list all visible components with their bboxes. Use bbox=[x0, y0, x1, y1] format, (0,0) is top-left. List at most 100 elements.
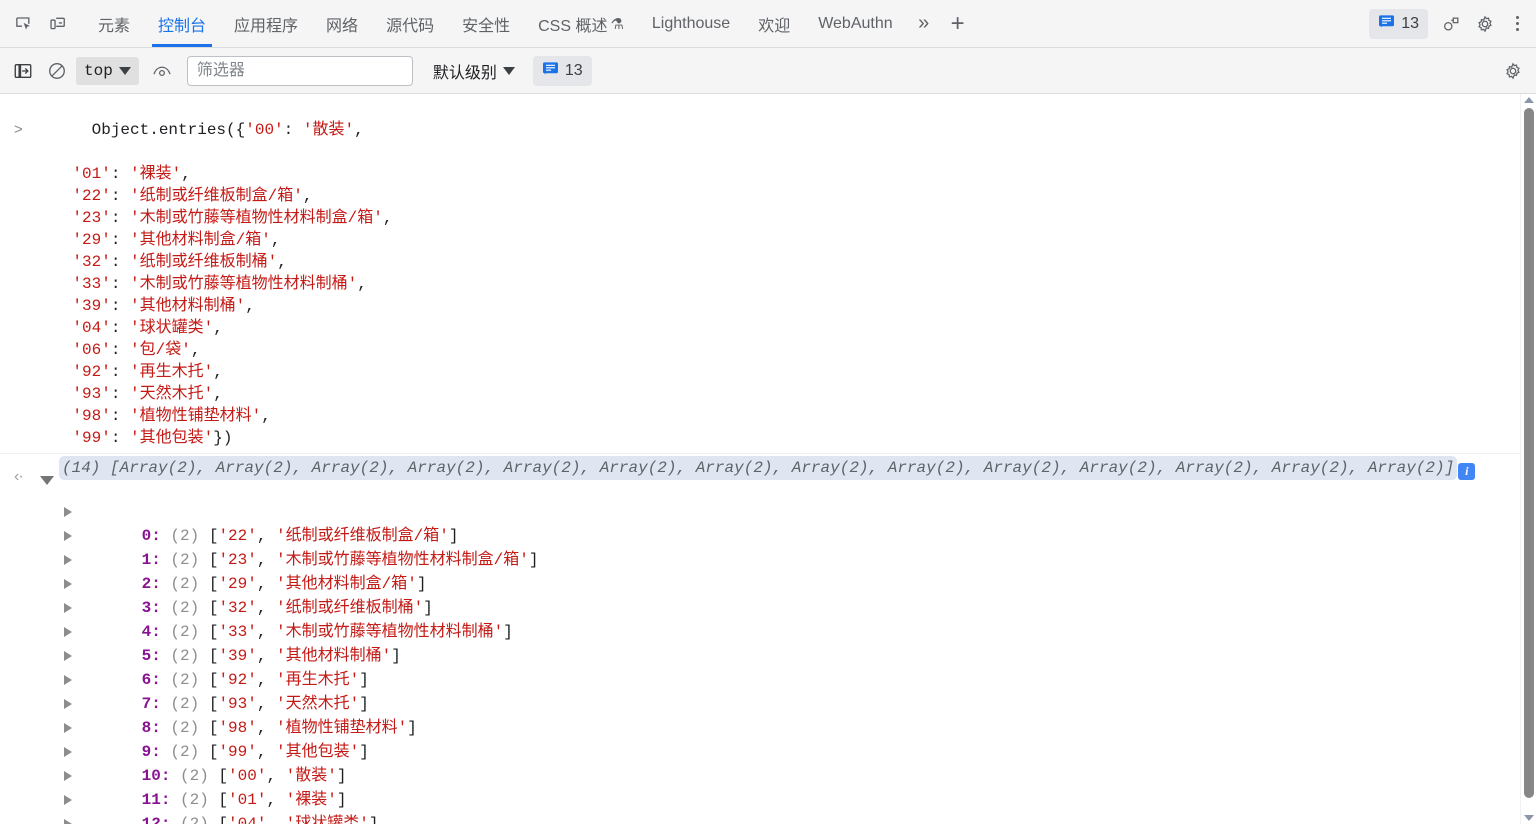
scrollbar-thumb[interactable] bbox=[1524, 108, 1534, 798]
expand-entry-triangle-icon[interactable] bbox=[64, 747, 72, 757]
issues-message-icon bbox=[1378, 14, 1395, 34]
command-key: '23' bbox=[72, 209, 111, 227]
command-key: '32' bbox=[72, 253, 111, 271]
issues-message-icon bbox=[542, 61, 559, 81]
tab-application[interactable]: 应用程序 bbox=[220, 0, 312, 47]
command-value: '纸制或纤维板制桶' bbox=[130, 253, 278, 271]
scroll-down-arrow-icon[interactable] bbox=[1524, 815, 1534, 821]
expand-entry-triangle-icon[interactable] bbox=[64, 555, 72, 565]
array-entry-row[interactable]: 4: (2) ['33', '木制或竹藤等植物性材料制桶'] bbox=[0, 596, 1536, 641]
console-command-source-line: '39': '其他材料制桶', bbox=[72, 297, 255, 315]
expand-entry-triangle-icon[interactable] bbox=[64, 699, 72, 709]
command-trailing: , bbox=[213, 319, 223, 337]
command-key: '33' bbox=[72, 275, 111, 293]
live-expression-eye-icon[interactable] bbox=[147, 56, 177, 86]
more-tabs-label: » bbox=[918, 12, 930, 34]
array-entry-row[interactable]: 7: (2) ['93', '天然木托'] bbox=[0, 668, 1536, 713]
array-preview-text: (14) [Array(2), Array(2), Array(2), Arra… bbox=[62, 459, 1455, 477]
info-icon[interactable]: i bbox=[1458, 462, 1476, 480]
command-value: '其他包装' bbox=[130, 429, 214, 447]
inspect-element-icon[interactable] bbox=[6, 7, 40, 41]
devtools-settings-cog-icon[interactable] bbox=[1468, 7, 1502, 41]
array-entry-row[interactable]: 11: (2) ['01', '裸装'] bbox=[0, 764, 1536, 809]
console-command-source-line: '32': '纸制或纤维板制桶', bbox=[72, 253, 287, 271]
expand-entry-triangle-icon[interactable] bbox=[64, 603, 72, 613]
array-entry-row[interactable]: 6: (2) ['92', '再生木托'] bbox=[0, 644, 1536, 689]
tab-css-overview[interactable]: CSS 概述 ⚗ bbox=[524, 0, 638, 47]
command-value: '纸制或纤维板制盒/箱' bbox=[130, 187, 303, 205]
expand-entry-triangle-icon[interactable] bbox=[64, 531, 72, 541]
console-vertical-scrollbar[interactable] bbox=[1520, 94, 1536, 824]
tab-label: 网络 bbox=[326, 17, 359, 35]
command-trailing: , bbox=[357, 275, 367, 293]
console-command-entry[interactable]: > Object.entries({'00': '散装', '01': '裸装',… bbox=[0, 94, 1536, 454]
clear-console-icon[interactable] bbox=[42, 56, 72, 86]
command-key: '99' bbox=[72, 429, 111, 447]
console-issues-button[interactable]: 13 bbox=[532, 55, 592, 86]
command-value: '植物性铺垫材料' bbox=[130, 407, 262, 425]
customize-devtools-icon[interactable] bbox=[1434, 7, 1468, 41]
tab-network[interactable]: 网络 bbox=[312, 0, 372, 47]
array-entry-row[interactable]: 8: (2) ['98', '植物性铺垫材料'] bbox=[0, 692, 1536, 737]
tab-webauthn[interactable]: WebAuthn bbox=[804, 0, 906, 47]
console-command-source-line: '93': '天然木托', bbox=[72, 385, 223, 403]
scroll-up-arrow-icon[interactable] bbox=[1524, 97, 1534, 103]
expand-entry-triangle-icon[interactable] bbox=[64, 723, 72, 733]
device-toolbar-icon[interactable] bbox=[40, 7, 74, 41]
command-value: '其他材料制盒/箱' bbox=[130, 231, 271, 249]
tab-elements[interactable]: 元素 bbox=[84, 0, 144, 47]
array-entry-row[interactable]: 5: (2) ['39', '其他材料制桶'] bbox=[0, 620, 1536, 665]
array-entry-row[interactable]: 13: (2) ['06', '包/袋'] bbox=[0, 812, 1536, 824]
console-message-list[interactable]: > Object.entries({'00': '散装', '01': '裸装',… bbox=[0, 94, 1536, 824]
tab-security[interactable]: 安全性 bbox=[448, 0, 524, 47]
more-tabs-chevron-icon[interactable]: » bbox=[907, 7, 941, 41]
console-command-source-line: '92': '再生木托', bbox=[72, 363, 223, 381]
expand-entry-triangle-icon[interactable] bbox=[64, 819, 72, 824]
console-result-entry[interactable]: ‹· (14) [Array(2), Array(2), Array(2), A… bbox=[0, 454, 1536, 824]
console-settings-cog-icon[interactable] bbox=[1498, 56, 1528, 86]
tab-welcome[interactable]: 欢迎 bbox=[744, 0, 804, 47]
expand-entry-triangle-icon[interactable] bbox=[64, 627, 72, 637]
array-entry-row[interactable]: 10: (2) ['00', '散装'] bbox=[0, 740, 1536, 785]
expand-entry-triangle-icon[interactable] bbox=[64, 795, 72, 805]
array-entry-row[interactable]: 2: (2) ['29', '其他材料制盒/箱'] bbox=[0, 548, 1536, 593]
command-value: '裸装' bbox=[130, 165, 182, 183]
execution-context-selector[interactable]: top bbox=[76, 56, 139, 85]
issues-counter-button[interactable]: 13 bbox=[1369, 8, 1428, 39]
array-entry-row[interactable]: 0: (2) ['22', '纸制或纤维板制盒/箱'] bbox=[0, 500, 1536, 545]
array-entry-row[interactable]: 12: (2) ['04', '球状罐类'] bbox=[0, 788, 1536, 824]
console-command-source-line: '33': '木制或竹藤等植物性材料制桶', bbox=[72, 275, 367, 293]
command-trailing: , bbox=[213, 385, 223, 403]
command-key: '98' bbox=[72, 407, 111, 425]
console-filter-input[interactable] bbox=[186, 55, 413, 86]
console-sidebar-toggle-icon[interactable] bbox=[8, 56, 38, 86]
console-command-source-line: '01': '裸装', bbox=[72, 165, 191, 183]
expand-entry-triangle-icon[interactable] bbox=[64, 579, 72, 589]
tab-label: 源代码 bbox=[386, 17, 435, 35]
console-issues-count: 13 bbox=[564, 61, 583, 79]
expand-entry-triangle-icon[interactable] bbox=[64, 507, 72, 517]
console-result-preview-row[interactable]: ‹· (14) [Array(2), Array(2), Array(2), A… bbox=[0, 454, 1536, 500]
log-level-selector[interactable]: 默认级别 bbox=[427, 56, 521, 86]
tab-label: 控制台 bbox=[158, 17, 207, 35]
console-command-source-line: '99': '其他包装'}) bbox=[72, 429, 233, 447]
execution-context-value: top bbox=[84, 61, 113, 80]
chevron-down-icon bbox=[118, 66, 131, 75]
command-value: '木制或竹藤等植物性材料制盒/箱' bbox=[130, 209, 383, 227]
expand-entry-triangle-icon[interactable] bbox=[64, 675, 72, 685]
tab-sources[interactable]: 源代码 bbox=[372, 0, 448, 47]
array-entry-row[interactable]: 1: (2) ['23', '木制或竹藤等植物性材料制盒/箱'] bbox=[0, 524, 1536, 569]
expand-result-triangle-icon[interactable] bbox=[40, 476, 54, 485]
console-command-source-line: '98': '植物性铺垫材料', bbox=[72, 407, 271, 425]
expand-entry-triangle-icon[interactable] bbox=[64, 771, 72, 781]
tab-console[interactable]: 控制台 bbox=[144, 0, 220, 47]
devtools-more-options-icon[interactable] bbox=[1502, 9, 1532, 39]
tab-label: Lighthouse bbox=[651, 14, 731, 32]
expand-entry-triangle-icon[interactable] bbox=[64, 651, 72, 661]
command-value: '其他材料制桶' bbox=[130, 297, 246, 315]
command-key: '06' bbox=[72, 341, 111, 359]
add-tab-plus-icon[interactable]: + bbox=[941, 7, 975, 41]
array-entry-row[interactable]: 3: (2) ['32', '纸制或纤维板制桶'] bbox=[0, 572, 1536, 617]
tab-lighthouse[interactable]: Lighthouse bbox=[638, 0, 744, 47]
array-entry-row[interactable]: 9: (2) ['99', '其他包装'] bbox=[0, 716, 1536, 761]
